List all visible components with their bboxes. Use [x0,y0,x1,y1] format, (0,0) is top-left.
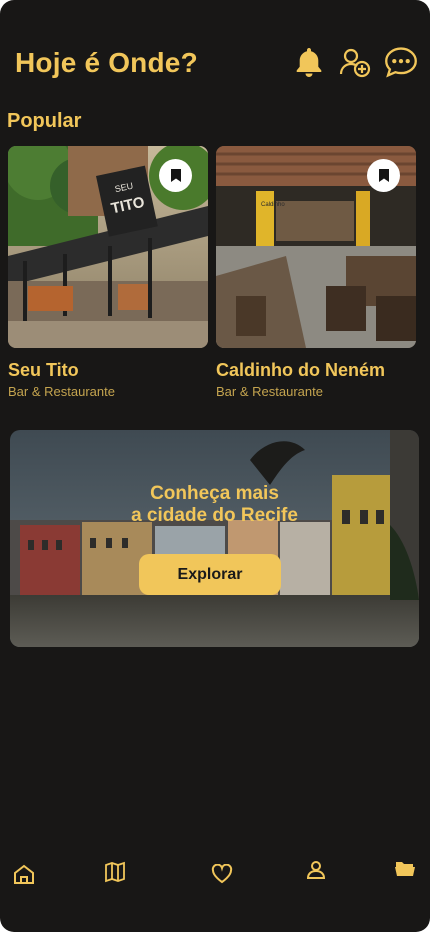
place-card-caldinho-do-nenem[interactable]: Caldinho Caldinho do Neném Bar & Restaur… [216,146,416,399]
chat-icon[interactable] [384,45,418,79]
explore-banner: Conheça mais a cidade do Recife Explorar [10,430,419,647]
bookmark-icon [170,169,181,182]
bell-icon[interactable] [292,45,326,79]
recife-cityscape [10,430,419,647]
place-category: Bar & Restaurante [8,384,115,399]
add-user-icon[interactable] [338,45,372,79]
bookmark-button[interactable] [159,159,192,192]
place-name[interactable]: Caldinho do Neném [216,360,416,381]
banner-line-2: a cidade do Recife [131,505,298,526]
banner-line-1: Conheça mais [150,483,279,504]
place-card-seu-tito[interactable]: SEU TITO Seu Tito Bar & Restaurante [8,146,208,399]
user-icon[interactable] [302,856,330,884]
sign-text: Caldinho [261,202,285,208]
home-icon[interactable] [10,860,38,888]
app-screen: Hoje é Onde? Popular SEU TITO Seu Tito B… [0,0,430,932]
place-photo[interactable]: SEU TITO [8,146,208,348]
banner-headline: Conheça mais a cidade do Recife [10,483,419,527]
bookmark-button[interactable] [367,159,400,192]
bookmark-icon [378,169,389,182]
bottom-nav [0,852,430,892]
popular-section-title: Popular [7,110,82,132]
header: Hoje é Onde? [15,40,418,84]
explore-button[interactable]: Explorar [139,554,281,595]
place-name[interactable]: Seu Tito [8,360,208,381]
heart-icon[interactable] [208,860,236,888]
place-category: Bar & Restaurante [216,384,323,399]
folder-icon[interactable] [391,854,419,882]
map-icon[interactable] [101,858,129,886]
place-photo[interactable]: Caldinho [216,146,416,348]
app-title: Hoje é Onde? [15,47,198,78]
